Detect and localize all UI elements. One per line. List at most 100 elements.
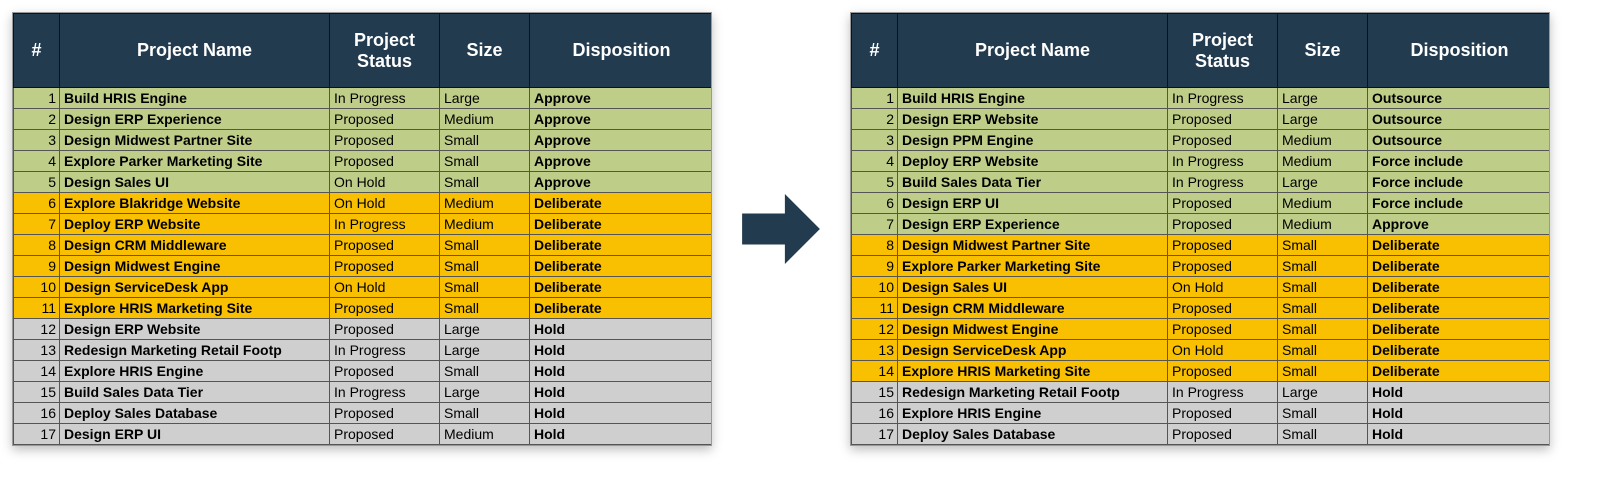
cell-project-status: Proposed xyxy=(1168,403,1278,424)
cell-project-name: Design Midwest Engine xyxy=(60,256,330,277)
col-project-name-header[interactable]: Project Name xyxy=(60,14,330,88)
cell-number: 15 xyxy=(14,382,60,403)
cell-size: Small xyxy=(1278,298,1368,319)
table-row[interactable]: 16Deploy Sales DatabaseProposedSmallHold xyxy=(14,403,713,424)
table-row[interactable]: 4Deploy ERP WebsiteIn ProgressMediumForc… xyxy=(852,151,1551,172)
cell-project-name: Explore HRIS Engine xyxy=(898,403,1168,424)
cell-size: Medium xyxy=(440,424,530,445)
cell-project-name: Design ERP UI xyxy=(898,193,1168,214)
table-row[interactable]: 3Design Midwest Partner SiteProposedSmal… xyxy=(14,130,713,151)
table-row[interactable]: 1Build HRIS EngineIn ProgressLargeOutsou… xyxy=(852,88,1551,109)
projects-table-left: # Project Name ProjectStatus Size Dispos… xyxy=(13,13,712,445)
cell-project-status: Proposed xyxy=(330,298,440,319)
col-project-status-header[interactable]: ProjectStatus xyxy=(1168,14,1278,88)
cell-number: 9 xyxy=(852,256,898,277)
cell-project-status: Proposed xyxy=(330,109,440,130)
cell-number: 16 xyxy=(14,403,60,424)
table-row[interactable]: 16Explore HRIS EngineProposedSmallHold xyxy=(852,403,1551,424)
table-body-left: 1Build HRIS EngineIn ProgressLargeApprov… xyxy=(14,88,713,445)
cell-project-name: Redesign Marketing Retail Footp xyxy=(60,340,330,361)
cell-size: Medium xyxy=(440,214,530,235)
table-row[interactable]: 1Build HRIS EngineIn ProgressLargeApprov… xyxy=(14,88,713,109)
cell-project-status: On Hold xyxy=(1168,277,1278,298)
table-row[interactable]: 11Explore HRIS Marketing SiteProposedSma… xyxy=(14,298,713,319)
cell-project-name: Design Sales UI xyxy=(60,172,330,193)
cell-project-status: In Progress xyxy=(330,88,440,109)
cell-disposition: Outsource xyxy=(1368,109,1551,130)
projects-table-right: # Project Name ProjectStatus Size Dispos… xyxy=(851,13,1550,445)
cell-project-status: In Progress xyxy=(330,382,440,403)
cell-number: 17 xyxy=(14,424,60,445)
cell-project-name: Deploy ERP Website xyxy=(898,151,1168,172)
table-row[interactable]: 17Design ERP UIProposedMediumHold xyxy=(14,424,713,445)
cell-project-status: In Progress xyxy=(330,214,440,235)
table-row[interactable]: 2Design ERP WebsiteProposedLargeOutsourc… xyxy=(852,109,1551,130)
cell-project-status: On Hold xyxy=(330,277,440,298)
table-row[interactable]: 5Build Sales Data TierIn ProgressLargeFo… xyxy=(852,172,1551,193)
col-disposition-header[interactable]: Disposition xyxy=(530,14,713,88)
table-row[interactable]: 15Build Sales Data TierIn ProgressLargeH… xyxy=(14,382,713,403)
cell-disposition: Deliberate xyxy=(530,277,713,298)
cell-disposition: Outsource xyxy=(1368,130,1551,151)
cell-number: 16 xyxy=(852,403,898,424)
table-row[interactable]: 6Explore Blakridge WebsiteOn HoldMediumD… xyxy=(14,193,713,214)
table-row[interactable]: 9Explore Parker Marketing SiteProposedSm… xyxy=(852,256,1551,277)
cell-project-name: Design CRM Middleware xyxy=(898,298,1168,319)
table-row[interactable]: 14Explore HRIS Marketing SiteProposedSma… xyxy=(852,361,1551,382)
col-number-header[interactable]: # xyxy=(852,14,898,88)
col-project-name-header[interactable]: Project Name xyxy=(898,14,1168,88)
cell-size: Small xyxy=(440,361,530,382)
col-disposition-header[interactable]: Disposition xyxy=(1368,14,1551,88)
cell-project-name: Build HRIS Engine xyxy=(60,88,330,109)
table-row[interactable]: 6Design ERP UIProposedMediumForce includ… xyxy=(852,193,1551,214)
cell-number: 13 xyxy=(14,340,60,361)
cell-disposition: Deliberate xyxy=(530,235,713,256)
table-row[interactable]: 13Design ServiceDesk AppOn HoldSmallDeli… xyxy=(852,340,1551,361)
table-row[interactable]: 2Design ERP ExperienceProposedMediumAppr… xyxy=(14,109,713,130)
cell-project-name: Explore HRIS Marketing Site xyxy=(60,298,330,319)
cell-number: 3 xyxy=(852,130,898,151)
cell-disposition: Outsource xyxy=(1368,88,1551,109)
table-row[interactable]: 14Explore HRIS EngineProposedSmallHold xyxy=(14,361,713,382)
cell-project-name: Explore HRIS Engine xyxy=(60,361,330,382)
col-size-header[interactable]: Size xyxy=(1278,14,1368,88)
cell-size: Small xyxy=(440,403,530,424)
table-row[interactable]: 10Design Sales UIOn HoldSmallDeliberate xyxy=(852,277,1551,298)
cell-size: Medium xyxy=(440,109,530,130)
col-number-header[interactable]: # xyxy=(14,14,60,88)
table-row[interactable]: 8Design CRM MiddlewareProposedSmallDelib… xyxy=(14,235,713,256)
cell-size: Small xyxy=(1278,277,1368,298)
table-row[interactable]: 17Deploy Sales DatabaseProposedSmallHold xyxy=(852,424,1551,445)
table-row[interactable]: 8Design Midwest Partner SiteProposedSmal… xyxy=(852,235,1551,256)
cell-number: 17 xyxy=(852,424,898,445)
table-row[interactable]: 12Design ERP WebsiteProposedLargeHold xyxy=(14,319,713,340)
cell-disposition: Deliberate xyxy=(1368,277,1551,298)
table-row[interactable]: 11Design CRM MiddlewareProposedSmallDeli… xyxy=(852,298,1551,319)
project-table-before: # Project Name ProjectStatus Size Dispos… xyxy=(12,12,712,446)
table-row[interactable]: 5Design Sales UIOn HoldSmallApprove xyxy=(14,172,713,193)
cell-number: 15 xyxy=(852,382,898,403)
table-body-right: 1Build HRIS EngineIn ProgressLargeOutsou… xyxy=(852,88,1551,445)
cell-disposition: Force include xyxy=(1368,151,1551,172)
table-row[interactable]: 7Design ERP ExperienceProposedMediumAppr… xyxy=(852,214,1551,235)
cell-project-status: Proposed xyxy=(330,235,440,256)
table-row[interactable]: 10Design ServiceDesk AppOn HoldSmallDeli… xyxy=(14,277,713,298)
table-row[interactable]: 12Design Midwest EngineProposedSmallDeli… xyxy=(852,319,1551,340)
cell-project-name: Design Midwest Partner Site xyxy=(898,235,1168,256)
table-row[interactable]: 9Design Midwest EngineProposedSmallDelib… xyxy=(14,256,713,277)
cell-project-name: Explore HRIS Marketing Site xyxy=(898,361,1168,382)
cell-number: 1 xyxy=(852,88,898,109)
table-row[interactable]: 4Explore Parker Marketing SiteProposedSm… xyxy=(14,151,713,172)
cell-number: 12 xyxy=(14,319,60,340)
table-row[interactable]: 7Deploy ERP WebsiteIn ProgressMediumDeli… xyxy=(14,214,713,235)
cell-disposition: Hold xyxy=(530,424,713,445)
cell-size: Small xyxy=(440,151,530,172)
cell-number: 1 xyxy=(14,88,60,109)
cell-disposition: Deliberate xyxy=(1368,361,1551,382)
col-size-header[interactable]: Size xyxy=(440,14,530,88)
table-row[interactable]: 13Redesign Marketing Retail FootpIn Prog… xyxy=(14,340,713,361)
cell-disposition: Deliberate xyxy=(530,298,713,319)
table-row[interactable]: 15Redesign Marketing Retail FootpIn Prog… xyxy=(852,382,1551,403)
col-project-status-header[interactable]: ProjectStatus xyxy=(330,14,440,88)
table-row[interactable]: 3Design PPM EngineProposedMediumOutsourc… xyxy=(852,130,1551,151)
